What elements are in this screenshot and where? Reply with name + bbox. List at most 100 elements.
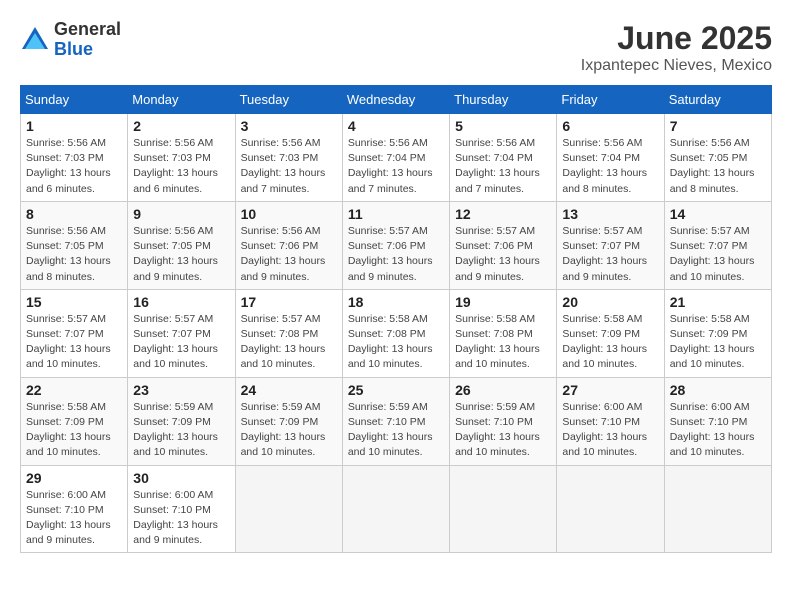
day-number: 16 [133,294,229,310]
day-info: Sunrise: 5:58 AMSunset: 7:08 PMDaylight:… [455,312,551,373]
title-area: June 2025 Ixpantepec Nieves, Mexico [581,20,772,75]
calendar-cell: 22 Sunrise: 5:58 AMSunset: 7:09 PMDayligh… [21,377,128,465]
calendar-cell: 30Sunrise: 6:00 AMSunset: 7:10 PMDayligh… [128,465,235,553]
day-info: Sunrise: 5:57 AMSunset: 7:07 PMDaylight:… [133,312,229,373]
day-info: Sunrise: 5:58 AMSunset: 7:09 PMDaylight:… [670,312,766,373]
day-number: 19 [455,294,551,310]
day-number: 4 [348,118,444,134]
logo-text: General Blue [54,20,121,60]
day-info: Sunrise: 5:58 AMSunset: 7:09 PMDaylight:… [26,400,122,461]
day-number: 7 [670,118,766,134]
logo-icon [20,25,50,55]
day-info: Sunrise: 5:56 AMSunset: 7:04 PMDaylight:… [455,136,551,197]
calendar-cell: 6Sunrise: 5:56 AMSunset: 7:04 PMDaylight… [557,114,664,202]
calendar-cell: 28 Sunrise: 6:00 AMSunset: 7:10 PMDayligh… [664,377,771,465]
day-info: Sunrise: 5:58 AMSunset: 7:09 PMDaylight:… [562,312,658,373]
day-number: 13 [562,206,658,222]
calendar-cell: 24 Sunrise: 5:59 AMSunset: 7:09 PMDayligh… [235,377,342,465]
calendar-cell [342,465,449,553]
day-number: 18 [348,294,444,310]
calendar-cell: 23 Sunrise: 5:59 AMSunset: 7:09 PMDayligh… [128,377,235,465]
calendar-header-saturday: Saturday [664,86,771,114]
day-info: Sunrise: 5:56 AMSunset: 7:04 PMDaylight:… [348,136,444,197]
calendar-cell [664,465,771,553]
day-number: 27 [562,382,658,398]
calendar-cell: 10Sunrise: 5:56 AMSunset: 7:06 PMDayligh… [235,201,342,289]
day-info: Sunrise: 5:59 AMSunset: 7:09 PMDaylight:… [241,400,337,461]
day-info: Sunrise: 5:57 AMSunset: 7:06 PMDaylight:… [348,224,444,285]
day-info: Sunrise: 5:56 AMSunset: 7:03 PMDaylight:… [26,136,122,197]
day-info: Sunrise: 5:57 AMSunset: 7:07 PMDaylight:… [26,312,122,373]
calendar-cell: 1 Sunrise: 5:56 AMSunset: 7:03 PMDaylight… [21,114,128,202]
day-number: 24 [241,382,337,398]
calendar-cell: 7 Sunrise: 5:56 AMSunset: 7:05 PMDaylight… [664,114,771,202]
day-number: 28 [670,382,766,398]
calendar-cell: 4 Sunrise: 5:56 AMSunset: 7:04 PMDaylight… [342,114,449,202]
day-info: Sunrise: 5:57 AMSunset: 7:07 PMDaylight:… [562,224,658,285]
calendar-week-1: 1 Sunrise: 5:56 AMSunset: 7:03 PMDaylight… [21,114,772,202]
page-header: General Blue June 2025 Ixpantepec Nieves… [20,20,772,75]
day-number: 14 [670,206,766,222]
calendar-header-thursday: Thursday [450,86,557,114]
calendar-cell: 17 Sunrise: 5:57 AMSunset: 7:08 PMDayligh… [235,289,342,377]
calendar-header-friday: Friday [557,86,664,114]
day-info: Sunrise: 6:00 AMSunset: 7:10 PMDaylight:… [26,488,122,549]
day-number: 22 [26,382,122,398]
calendar-cell: 14 Sunrise: 5:57 AMSunset: 7:07 PMDayligh… [664,201,771,289]
day-info: Sunrise: 5:59 AMSunset: 7:10 PMDaylight:… [348,400,444,461]
logo: General Blue [20,20,121,60]
calendar-header-tuesday: Tuesday [235,86,342,114]
day-info: Sunrise: 5:56 AMSunset: 7:04 PMDaylight:… [562,136,658,197]
day-info: Sunrise: 6:00 AMSunset: 7:10 PMDaylight:… [670,400,766,461]
day-number: 21 [670,294,766,310]
location-title: Ixpantepec Nieves, Mexico [581,57,772,75]
day-info: Sunrise: 5:56 AMSunset: 7:05 PMDaylight:… [26,224,122,285]
calendar-cell: 9Sunrise: 5:56 AMSunset: 7:05 PMDaylight… [128,201,235,289]
day-number: 17 [241,294,337,310]
day-info: Sunrise: 5:59 AMSunset: 7:10 PMDaylight:… [455,400,551,461]
calendar-table: SundayMondayTuesdayWednesdayThursdayFrid… [20,85,772,553]
calendar-cell: 26 Sunrise: 5:59 AMSunset: 7:10 PMDayligh… [450,377,557,465]
calendar-cell: 15 Sunrise: 5:57 AMSunset: 7:07 PMDayligh… [21,289,128,377]
day-number: 2 [133,118,229,134]
day-info: Sunrise: 5:59 AMSunset: 7:09 PMDaylight:… [133,400,229,461]
day-number: 26 [455,382,551,398]
calendar-week-2: 8Sunrise: 5:56 AMSunset: 7:05 PMDaylight… [21,201,772,289]
day-info: Sunrise: 6:00 AMSunset: 7:10 PMDaylight:… [562,400,658,461]
day-info: Sunrise: 5:57 AMSunset: 7:07 PMDaylight:… [670,224,766,285]
calendar-cell: 5Sunrise: 5:56 AMSunset: 7:04 PMDaylight… [450,114,557,202]
day-info: Sunrise: 5:57 AMSunset: 7:06 PMDaylight:… [455,224,551,285]
calendar-cell: 13 Sunrise: 5:57 AMSunset: 7:07 PMDayligh… [557,201,664,289]
month-title: June 2025 [581,20,772,57]
calendar-cell: 12 Sunrise: 5:57 AMSunset: 7:06 PMDayligh… [450,201,557,289]
calendar-cell: 19 Sunrise: 5:58 AMSunset: 7:08 PMDayligh… [450,289,557,377]
calendar-week-5: 29 Sunrise: 6:00 AMSunset: 7:10 PMDayligh… [21,465,772,553]
day-number: 30 [133,470,229,486]
day-number: 15 [26,294,122,310]
calendar-header-wednesday: Wednesday [342,86,449,114]
calendar-header-sunday: Sunday [21,86,128,114]
calendar-header-row: SundayMondayTuesdayWednesdayThursdayFrid… [21,86,772,114]
day-number: 25 [348,382,444,398]
calendar-header-monday: Monday [128,86,235,114]
day-info: Sunrise: 5:58 AMSunset: 7:08 PMDaylight:… [348,312,444,373]
calendar-cell: 8Sunrise: 5:56 AMSunset: 7:05 PMDaylight… [21,201,128,289]
day-number: 29 [26,470,122,486]
calendar-cell [557,465,664,553]
day-number: 12 [455,206,551,222]
calendar-cell: 25 Sunrise: 5:59 AMSunset: 7:10 PMDayligh… [342,377,449,465]
calendar-cell: 11Sunrise: 5:57 AMSunset: 7:06 PMDayligh… [342,201,449,289]
calendar-cell [235,465,342,553]
day-info: Sunrise: 5:56 AMSunset: 7:03 PMDaylight:… [133,136,229,197]
day-info: Sunrise: 5:57 AMSunset: 7:08 PMDaylight:… [241,312,337,373]
day-number: 1 [26,118,122,134]
calendar-cell [450,465,557,553]
day-info: Sunrise: 5:56 AMSunset: 7:05 PMDaylight:… [670,136,766,197]
day-number: 10 [241,206,337,222]
calendar-cell: 2 Sunrise: 5:56 AMSunset: 7:03 PMDaylight… [128,114,235,202]
logo-blue: Blue [54,40,121,60]
day-number: 23 [133,382,229,398]
day-number: 9 [133,206,229,222]
calendar-cell: 18 Sunrise: 5:58 AMSunset: 7:08 PMDayligh… [342,289,449,377]
calendar-week-4: 22 Sunrise: 5:58 AMSunset: 7:09 PMDayligh… [21,377,772,465]
